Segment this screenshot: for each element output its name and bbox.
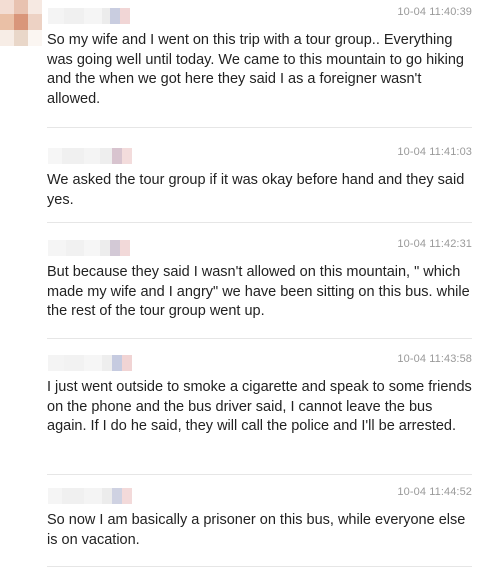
message-timestamp: 10-04 11:40:39 <box>397 6 472 18</box>
message-timestamp: 10-04 11:43:58 <box>397 353 472 365</box>
blurred-username[interactable] <box>48 146 138 165</box>
message-divider <box>47 127 472 128</box>
message-timestamp: 10-04 11:44:52 <box>397 486 472 498</box>
message-item: 10-04 11:40:39 So my wife and I went on … <box>47 3 472 115</box>
blurred-username[interactable] <box>48 486 138 505</box>
message-divider <box>47 338 472 339</box>
message-text: I just went outside to smoke a cigarette… <box>47 379 472 435</box>
message-divider <box>47 222 472 223</box>
message-divider <box>47 474 472 475</box>
message-timestamp: 10-04 11:41:03 <box>397 146 472 158</box>
blurred-username[interactable] <box>48 6 138 25</box>
message-text: So my wife and I went on this trip with … <box>47 32 464 107</box>
blurred-username[interactable] <box>48 238 138 257</box>
message-item: 10-04 11:43:58 I just went outside to sm… <box>47 350 472 462</box>
message-text: So now I am basically a prisoner on this… <box>47 512 466 548</box>
message-thread: 10-04 11:40:39 So my wife and I went on … <box>0 0 482 570</box>
message-item: 10-04 11:42:31 But because they said I w… <box>47 235 472 325</box>
user-avatar[interactable] <box>0 0 42 46</box>
message-text: We asked the tour group if it was okay b… <box>47 172 465 208</box>
message-timestamp: 10-04 11:42:31 <box>397 238 472 250</box>
message-divider <box>47 566 472 567</box>
message-item: 10-04 11:44:52 So now I am basically a p… <box>47 483 472 555</box>
message-item: 10-04 11:41:03 We asked the tour group i… <box>47 143 472 213</box>
message-text: But because they said I wasn't allowed o… <box>47 264 470 320</box>
blurred-username[interactable] <box>48 353 138 372</box>
